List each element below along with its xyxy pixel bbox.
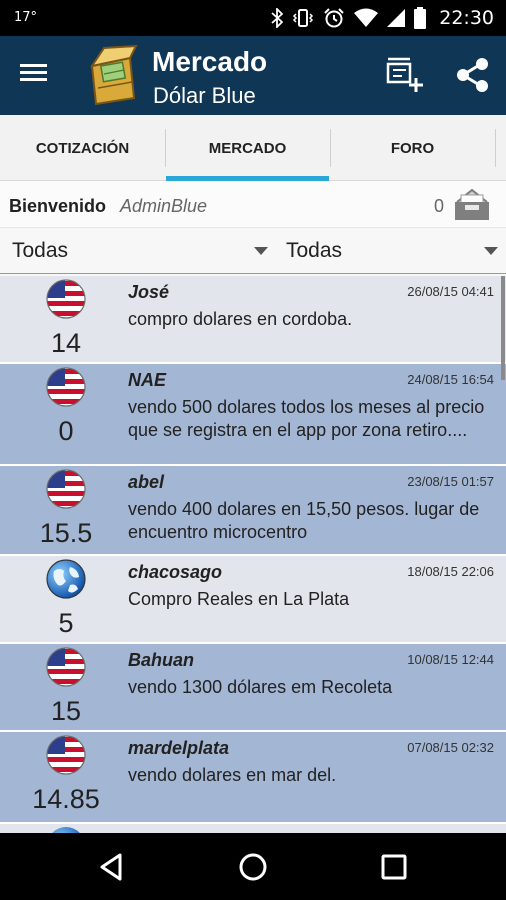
list-item[interactable]: 15 Bahuan 10/08/15 12:44 vendo 1300 dóla…: [0, 644, 506, 732]
filter-right-value: Todas: [286, 239, 343, 262]
list-item[interactable]: 0 NAE 24/08/15 16:54 vendo 500 dolares t…: [0, 364, 506, 466]
share-icon[interactable]: [454, 56, 492, 94]
post-score: 0: [58, 416, 74, 446]
post-date: 18/08/15 22:06: [407, 564, 494, 579]
post-author: NAE: [128, 370, 167, 390]
post-score: 15.5: [39, 518, 93, 548]
welcome-label: Bienvenido: [9, 196, 107, 216]
globe-icon: [46, 559, 86, 599]
usa-flag-icon: [46, 367, 86, 407]
post-date: 10/08/15 12:44: [407, 652, 494, 667]
app-bar: Mercado Dólar Blue: [0, 36, 506, 115]
post-text: vendo 1300 dólares em Recoleta: [128, 677, 393, 697]
tab-foro[interactable]: FORO: [331, 115, 494, 181]
filter-bar: Todas Todas: [0, 228, 506, 276]
app-logo-icon: [89, 44, 138, 106]
new-post-icon[interactable]: [384, 56, 426, 94]
tab-bar: COTIZACIÓN MERCADO FORO: [0, 115, 506, 181]
post-author: mardelplata: [128, 738, 230, 758]
status-bar: 17° 22:30: [0, 0, 506, 36]
post-date: 23/08/15 01:57: [407, 474, 494, 489]
chevron-down-icon: [484, 247, 498, 255]
usa-flag-icon: [46, 469, 86, 509]
post-text: compro dolares en cordoba.: [128, 309, 353, 329]
post-score: 15: [50, 696, 82, 726]
filter-left-value: Todas: [12, 239, 69, 262]
globe-icon: [52, 827, 80, 833]
wifi-icon: [354, 8, 379, 27]
post-text: Compro Reales en La Plata: [128, 589, 350, 609]
recents-icon[interactable]: [379, 852, 409, 882]
post-score: 5: [58, 608, 74, 638]
filter-dropdown-left[interactable]: Todas: [0, 228, 274, 274]
app-subtitle: Dólar Blue: [153, 83, 256, 108]
vibrate-icon: [293, 9, 314, 27]
tab-mercado[interactable]: MERCADO: [166, 115, 329, 181]
list-scrollbar[interactable]: [501, 276, 505, 380]
post-author: abel: [128, 472, 165, 492]
list-item[interactable]: 5 chacosago 18/08/15 22:06 Compro Reales…: [0, 556, 506, 644]
post-author: Bahuan: [128, 650, 195, 670]
inbox-icon[interactable]: [451, 188, 493, 222]
post-date: 24/08/15 16:54: [407, 372, 494, 387]
usa-flag-icon: [46, 735, 86, 775]
alarm-icon: [324, 8, 344, 28]
temperature-text: 17°: [14, 10, 38, 25]
menu-button[interactable]: [20, 60, 60, 92]
tab-cotizacion[interactable]: COTIZACIÓN: [0, 115, 165, 181]
username-text: AdminBlue: [120, 196, 208, 216]
usa-flag-icon: [46, 279, 86, 319]
navigation-bar: [0, 833, 506, 900]
list-item[interactable]: 15.5 abel 23/08/15 01:57 vendo 400 dolar…: [0, 466, 506, 556]
post-date: 26/08/15 04:41: [407, 284, 494, 299]
battery-icon: [414, 7, 427, 29]
post-author: José: [128, 282, 170, 302]
chevron-down-icon: [254, 247, 268, 255]
post-date: 07/08/15 02:32: [407, 740, 494, 755]
post-score: 14.85: [32, 784, 100, 814]
app-title: Mercado: [152, 46, 268, 77]
filter-dropdown-right[interactable]: Todas: [274, 228, 506, 274]
clock-text: 22:30: [439, 7, 494, 29]
list-item[interactable]: 14.85 mardelplata 07/08/15 02:32 vendo d…: [0, 732, 506, 824]
post-list[interactable]: 14 José 26/08/15 04:41 compro dolares en…: [0, 276, 506, 833]
home-icon[interactable]: [237, 851, 269, 883]
list-item[interactable]: [0, 824, 506, 833]
signal-icon: [387, 9, 406, 27]
tab-divider: [495, 129, 496, 167]
post-text: vendo 500 dolares todos los meses al pre…: [128, 397, 485, 440]
list-item[interactable]: 14 José 26/08/15 04:41 compro dolares en…: [0, 276, 506, 364]
post-text: vendo dolares en mar del.: [128, 765, 337, 785]
usa-flag-icon: [46, 647, 86, 687]
welcome-bar: Bienvenido AdminBlue 0: [0, 181, 506, 228]
post-text: vendo 400 dolares en 15,50 pesos. lugar …: [128, 499, 480, 542]
message-count: 0: [434, 196, 445, 216]
back-icon[interactable]: [96, 851, 128, 883]
post-author: chacosago: [128, 562, 223, 582]
post-score: 14: [50, 328, 82, 358]
bluetooth-icon: [271, 8, 284, 28]
